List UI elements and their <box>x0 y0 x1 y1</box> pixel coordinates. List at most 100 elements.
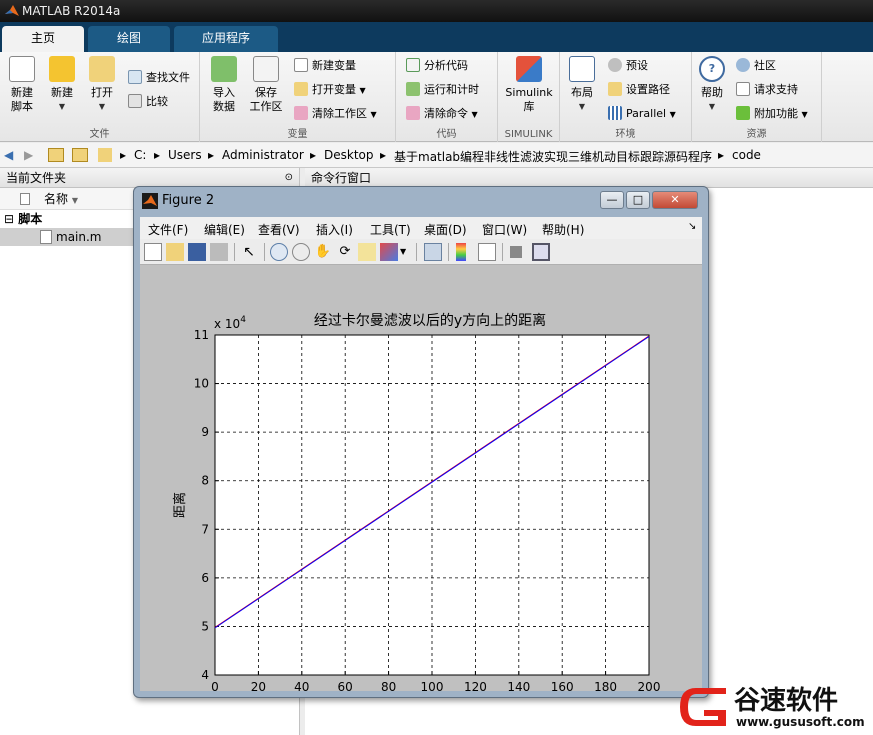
collapse-icon[interactable]: ⊟ <box>4 212 14 226</box>
hide-plot-tools-icon[interactable] <box>510 246 522 258</box>
analyze-code-label: 分析代码 <box>424 59 468 72</box>
x-tick-label: 180 <box>594 680 617 691</box>
open-variable-button[interactable]: 打开变量 ▼ <box>294 80 366 100</box>
new-figure-icon[interactable] <box>144 243 162 261</box>
sort-arrow-icon: ▼ <box>71 196 78 205</box>
add-ons-button[interactable]: 附加功能 ▼ <box>736 104 808 124</box>
find-files-button[interactable]: 查找文件 <box>128 68 190 88</box>
rotate-3d-icon[interactable]: ⟳ <box>336 243 354 261</box>
colorbar-icon[interactable] <box>456 243 466 261</box>
run-and-time-label: 运行和计时 <box>424 83 479 96</box>
request-support-button[interactable]: 请求支持 <box>736 80 798 100</box>
new-button[interactable]: 新建 ▼ <box>42 56 82 114</box>
group-label-resources: 资源 <box>746 129 767 140</box>
analyze-code-button[interactable]: 分析代码 <box>406 56 468 76</box>
tab-strip: 主页 绘图 应用程序 <box>0 22 873 52</box>
show-plot-tools-icon[interactable] <box>532 243 550 261</box>
new-variable-label: 新建变量 <box>312 59 356 72</box>
brand-logo-icon <box>680 688 726 726</box>
set-path-label: 设置路径 <box>626 83 670 96</box>
figure-title-bar[interactable]: Figure 2 — □ ✕ <box>134 187 708 215</box>
forward-arrow-icon[interactable]: ▶ <box>24 148 33 162</box>
community-button[interactable]: 社区 <box>736 56 776 76</box>
menu-tools[interactable]: 工具(T) <box>370 221 411 238</box>
new-script-label: 新建 脚本 <box>11 86 33 113</box>
ribbon-group-variable: 导入 数据 保存 工作区 新建变量 打开变量 ▼ 清除工作区 ▼ 变量 <box>200 52 396 142</box>
menu-edit[interactable]: 编辑(E) <box>204 221 245 238</box>
file-column-icon <box>20 193 30 205</box>
brush-icon[interactable] <box>380 243 398 261</box>
clear-workspace-button[interactable]: 清除工作区 ▼ <box>294 104 377 124</box>
save-workspace-button[interactable]: 保存 工作区 <box>246 56 286 114</box>
group-label-variable: 变量 <box>287 129 308 140</box>
menu-help[interactable]: 帮助(H) <box>542 221 584 238</box>
layout-icon <box>569 56 595 82</box>
menu-insert[interactable]: 插入(I) <box>316 221 353 238</box>
new-script-button[interactable]: 新建 脚本 <box>2 56 42 114</box>
panel-menu-icon[interactable]: ⊙ <box>285 168 293 188</box>
y-axis-multiplier: x 104 <box>214 315 246 331</box>
import-data-button[interactable]: 导入 数据 <box>204 56 244 114</box>
pan-icon[interactable]: ✋ <box>314 243 332 261</box>
toolbar-separator <box>234 243 235 261</box>
simulink-library-button[interactable]: Simulink 库 <box>502 56 556 114</box>
data-cursor-icon[interactable] <box>358 243 376 261</box>
figure-toolbar: ↖ ✋ ⟳ ▼ <box>140 239 702 265</box>
matlab-logo-icon <box>142 193 158 209</box>
menu-desktop[interactable]: 桌面(D) <box>424 221 467 238</box>
browse-folder-icon[interactable] <box>72 148 88 162</box>
tab-apps[interactable]: 应用程序 <box>174 26 278 52</box>
tab-home[interactable]: 主页 <box>2 26 84 52</box>
folder-group-label: 脚本 <box>18 212 43 226</box>
menu-file[interactable]: 文件(F) <box>148 221 188 238</box>
legend-icon[interactable] <box>478 243 496 261</box>
compare-button[interactable]: 比较 <box>128 92 168 112</box>
link-plot-icon[interactable] <box>424 243 442 261</box>
path-segment[interactable]: Desktop <box>324 148 374 162</box>
clear-workspace-label: 清除工作区 <box>312 107 367 120</box>
path-segment[interactable]: code <box>732 148 761 162</box>
new-variable-button[interactable]: 新建变量 <box>294 56 356 76</box>
ribbon-group-simulink: Simulink 库 SIMULINK <box>498 52 560 142</box>
figure-window: Figure 2 — □ ✕ 文件(F) 编辑(E) 查看(V) 插入(I) 工… <box>133 186 709 698</box>
zoom-out-icon[interactable] <box>292 243 310 261</box>
zoom-in-icon[interactable] <box>270 243 288 261</box>
preferences-button[interactable]: 预设 <box>608 56 648 76</box>
chevron-down-icon: ▼ <box>801 110 808 119</box>
chevron-down-icon: ▼ <box>370 110 377 119</box>
path-segment[interactable]: C: <box>134 148 146 162</box>
plus-icon <box>49 56 75 82</box>
chevron-right-icon: ▸ <box>718 148 725 162</box>
layout-button[interactable]: 布局 ▼ <box>562 56 602 114</box>
minimize-button[interactable]: — <box>600 191 624 209</box>
open-button[interactable]: 打开 ▼ <box>82 56 122 114</box>
clear-commands-button[interactable]: 清除命令 ▼ <box>406 104 478 124</box>
maximize-button[interactable]: □ <box>626 191 650 209</box>
pointer-icon[interactable]: ↖ <box>240 243 258 261</box>
back-arrow-icon[interactable]: ◀ <box>4 148 13 162</box>
toolbar-separator <box>448 243 449 261</box>
help-button[interactable]: ? 帮助 ▼ <box>692 56 732 114</box>
up-folder-icon[interactable] <box>48 148 64 162</box>
parallel-button[interactable]: Parallel ▼ <box>608 104 676 124</box>
dock-arrow-icon[interactable]: ↘ <box>688 221 696 232</box>
x-tick-label: 20 <box>251 680 266 691</box>
run-and-time-button[interactable]: 运行和计时 <box>406 80 479 100</box>
tab-plots[interactable]: 绘图 <box>88 26 170 52</box>
eraser-icon <box>294 106 308 120</box>
x-tick-label: 120 <box>464 680 487 691</box>
y-tick-label: 7 <box>201 522 209 536</box>
command-window-title: 命令行窗口 <box>311 171 372 185</box>
menu-view[interactable]: 查看(V) <box>258 221 300 238</box>
path-segment[interactable]: 基于matlab编程非线性滤波实现三维机动目标跟踪源码程序 <box>394 148 712 165</box>
path-segment[interactable]: Administrator <box>222 148 304 162</box>
path-segment[interactable]: Users <box>168 148 202 162</box>
menu-window[interactable]: 窗口(W) <box>482 221 527 238</box>
clear-commands-label: 清除命令 <box>424 107 468 120</box>
close-button[interactable]: ✕ <box>652 191 698 209</box>
set-path-button[interactable]: 设置路径 <box>608 80 670 100</box>
simulink-library-label: Simulink 库 <box>505 86 553 113</box>
print-icon[interactable] <box>210 243 228 261</box>
open-file-icon[interactable] <box>166 243 184 261</box>
save-icon[interactable] <box>188 243 206 261</box>
